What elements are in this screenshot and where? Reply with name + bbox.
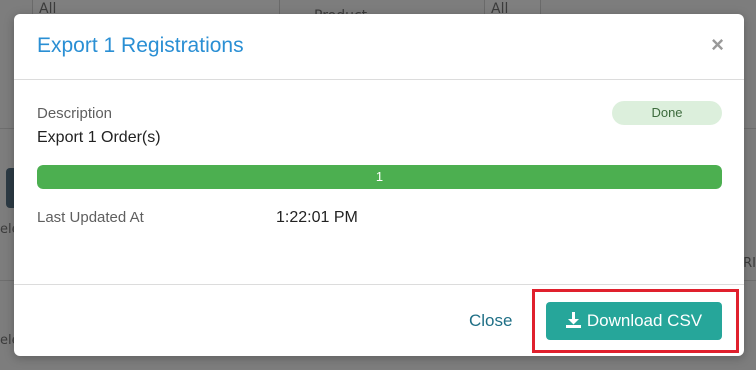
last-updated-label: Last Updated At (37, 209, 144, 226)
progress-bar: 1 (37, 165, 722, 189)
description-value: Export 1 Order(s) (37, 129, 161, 146)
close-button[interactable]: Close (469, 311, 512, 331)
modal-header: Export 1 Registrations × (14, 14, 744, 80)
close-icon[interactable]: × (711, 34, 724, 56)
highlight-box (532, 289, 739, 353)
last-updated-value: 1:22:01 PM (276, 209, 358, 226)
modal-title: Export 1 Registrations (37, 34, 244, 57)
bg-text: RI (743, 256, 756, 271)
progress-fill: 1 (37, 165, 722, 189)
status-badge: Done (612, 101, 722, 125)
description-label: Description (37, 105, 113, 122)
